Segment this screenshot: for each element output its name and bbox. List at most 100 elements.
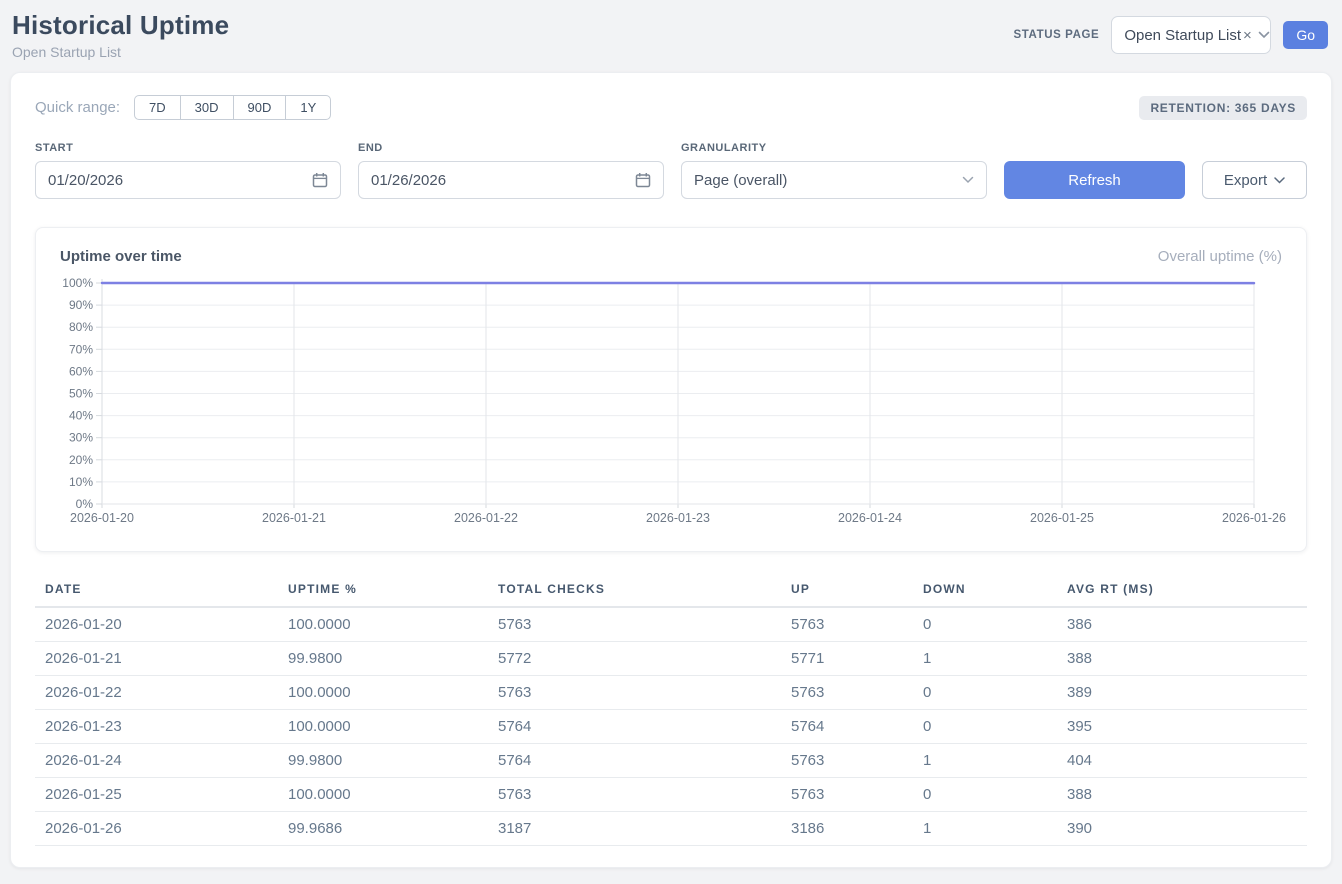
y-axis-tick-label: 90% xyxy=(69,298,93,312)
granularity-selected-value: Page (overall) xyxy=(694,172,787,189)
end-date-input[interactable]: 01/26/2026 xyxy=(358,161,664,199)
y-axis-tick-label: 0% xyxy=(76,497,94,511)
start-date-input[interactable]: 01/20/2026 xyxy=(35,161,341,199)
y-axis-tick-label: 80% xyxy=(69,320,93,334)
quick-range-7d[interactable]: 7D xyxy=(134,95,180,120)
table-cell: 5763 xyxy=(488,676,781,710)
x-axis-tick-label: 2026-01-23 xyxy=(646,511,710,525)
table-cell: 2026-01-22 xyxy=(35,676,278,710)
page-header: Historical Uptime Open Startup List STAT… xyxy=(0,0,1342,70)
x-axis-tick-label: 2026-01-22 xyxy=(454,511,518,525)
uptime-line-chart: 0%10%20%30%40%50%60%70%80%90%100%2026-01… xyxy=(60,275,1290,537)
column-header: UPTIME % xyxy=(278,574,488,607)
y-axis-tick-label: 100% xyxy=(62,276,93,290)
x-axis-tick-label: 2026-01-25 xyxy=(1030,511,1094,525)
go-button[interactable]: Go xyxy=(1283,21,1328,49)
table-cell: 0 xyxy=(913,778,1057,812)
table-cell: 99.9800 xyxy=(278,642,488,676)
y-axis-tick-label: 40% xyxy=(69,409,93,423)
table-cell: 5763 xyxy=(781,744,913,778)
table-cell: 100.0000 xyxy=(278,710,488,744)
granularity-field: GRANULARITY Page (overall) xyxy=(681,142,987,199)
chart-header: Uptime over time Overall uptime (%) xyxy=(60,248,1282,265)
start-date-value: 01/20/2026 xyxy=(48,172,123,189)
granularity-label: GRANULARITY xyxy=(681,142,987,154)
table-cell: 5764 xyxy=(488,744,781,778)
calendar-icon[interactable] xyxy=(312,172,328,188)
table-cell: 1 xyxy=(913,744,1057,778)
table-cell: 389 xyxy=(1057,676,1307,710)
table-row: 2026-01-22100.0000576357630389 xyxy=(35,676,1307,710)
table-cell: 5764 xyxy=(781,710,913,744)
table-cell: 390 xyxy=(1057,812,1307,846)
table-row: 2026-01-20100.0000576357630386 xyxy=(35,607,1307,642)
table-cell: 0 xyxy=(913,607,1057,642)
end-date-value: 01/26/2026 xyxy=(371,172,446,189)
column-header: AVG RT (MS) xyxy=(1057,574,1307,607)
uptime-chart-card: Uptime over time Overall uptime (%) 0% 10… xyxy=(35,227,1307,552)
column-header: DOWN xyxy=(913,574,1057,607)
page-title: Historical Uptime xyxy=(12,10,229,41)
export-button[interactable]: Export xyxy=(1202,161,1307,199)
table-cell: 1 xyxy=(913,812,1057,846)
quick-range-1y[interactable]: 1Y xyxy=(285,95,331,120)
title-block: Historical Uptime Open Startup List xyxy=(12,10,229,60)
start-label: START xyxy=(35,142,341,154)
table-body: 2026-01-20100.00005763576303862026-01-21… xyxy=(35,607,1307,846)
y-axis-tick-label: 60% xyxy=(69,364,93,378)
status-page-label: STATUS PAGE xyxy=(1013,29,1099,41)
x-axis-tick-label: 2026-01-24 xyxy=(838,511,902,525)
table-cell: 2026-01-24 xyxy=(35,744,278,778)
y-axis-tick-label: 70% xyxy=(69,342,93,356)
granularity-select[interactable]: Page (overall) xyxy=(681,161,987,199)
retention-badge: RETENTION: 365 DAYS xyxy=(1139,96,1307,120)
table-row: 2026-01-25100.0000576357630388 xyxy=(35,778,1307,812)
quick-range-90d[interactable]: 90D xyxy=(233,95,286,120)
main-card: Quick range: 7D30D90D1Y RETENTION: 365 D… xyxy=(10,72,1332,868)
table-cell: 100.0000 xyxy=(278,778,488,812)
table-cell: 2026-01-21 xyxy=(35,642,278,676)
table-row: 2026-01-2499.9800576457631404 xyxy=(35,744,1307,778)
quick-range-group: 7D30D90D1Y xyxy=(134,95,331,120)
table-row: 2026-01-2199.9800577257711388 xyxy=(35,642,1307,676)
page-subtitle: Open Startup List xyxy=(12,44,229,60)
table-cell: 0 xyxy=(913,710,1057,744)
table-cell: 5763 xyxy=(488,607,781,642)
chart-legend: Overall uptime (%) xyxy=(1158,248,1282,265)
table-cell: 2026-01-23 xyxy=(35,710,278,744)
quick-range-label: Quick range: xyxy=(35,99,120,116)
filter-row: START 01/20/2026 END 01/26/2026 GRANULAR… xyxy=(35,142,1307,199)
refresh-button[interactable]: Refresh xyxy=(1004,161,1185,199)
quick-range-30d[interactable]: 30D xyxy=(180,95,233,120)
column-header: TOTAL CHECKS xyxy=(488,574,781,607)
x-axis-tick-label: 2026-01-26 xyxy=(1222,511,1286,525)
header-controls: STATUS PAGE Open Startup List × Go xyxy=(1013,16,1328,54)
table-cell: 1 xyxy=(913,642,1057,676)
table-cell: 5772 xyxy=(488,642,781,676)
table-cell: 386 xyxy=(1057,607,1307,642)
table-cell: 404 xyxy=(1057,744,1307,778)
column-header: DATE xyxy=(35,574,278,607)
x-axis-tick-label: 2026-01-20 xyxy=(70,511,134,525)
table-cell: 3186 xyxy=(781,812,913,846)
end-date-field: END 01/26/2026 xyxy=(358,142,664,199)
y-axis-tick-label: 10% xyxy=(69,475,93,489)
table-cell: 100.0000 xyxy=(278,676,488,710)
table-cell: 5763 xyxy=(488,778,781,812)
calendar-icon[interactable] xyxy=(635,172,651,188)
table-cell: 99.9686 xyxy=(278,812,488,846)
y-axis-tick-label: 30% xyxy=(69,431,93,445)
chevron-down-icon xyxy=(962,176,974,184)
table-row: 2026-01-2699.9686318731861390 xyxy=(35,812,1307,846)
table-cell: 395 xyxy=(1057,710,1307,744)
clear-icon[interactable]: × xyxy=(1243,27,1252,44)
table-cell: 5771 xyxy=(781,642,913,676)
column-header: UP xyxy=(781,574,913,607)
end-label: END xyxy=(358,142,664,154)
status-page-select[interactable]: Open Startup List × xyxy=(1111,16,1271,54)
table-cell: 100.0000 xyxy=(278,607,488,642)
chevron-down-icon xyxy=(1258,31,1270,39)
start-date-field: START 01/20/2026 xyxy=(35,142,341,199)
uptime-table: DATEUPTIME %TOTAL CHECKSUPDOWNAVG RT (MS… xyxy=(35,574,1307,846)
table-cell: 2026-01-26 xyxy=(35,812,278,846)
